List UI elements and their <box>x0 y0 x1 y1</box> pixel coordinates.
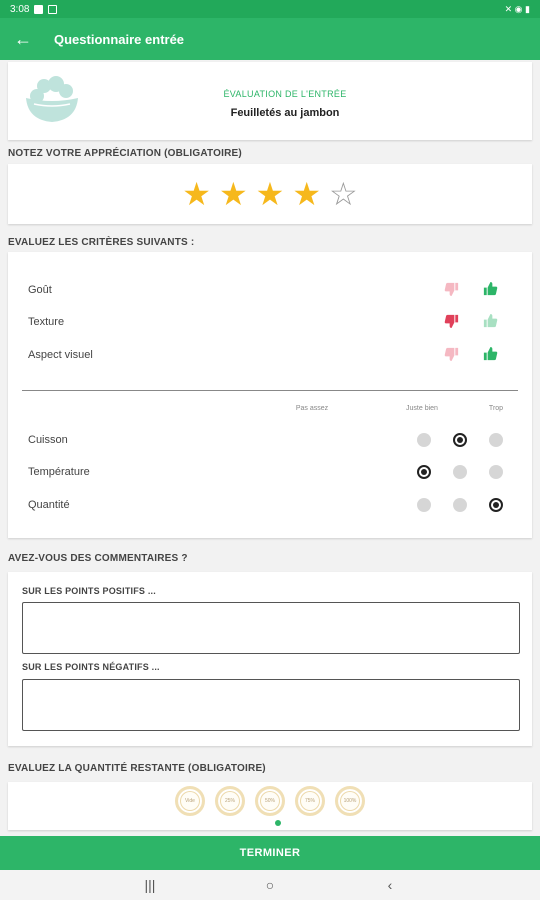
star-1-icon[interactable]: ★ <box>182 178 211 210</box>
radio-criteria-label: Quantité <box>28 499 70 511</box>
negative-comments-input[interactable] <box>22 679 520 731</box>
radio-button[interactable] <box>453 498 467 512</box>
radio-button[interactable] <box>489 465 503 479</box>
quantity-option[interactable]: 50% <box>255 786 285 816</box>
radio-criteria-label: Température <box>28 466 90 478</box>
radio-button[interactable] <box>453 433 467 447</box>
back-arrow-icon[interactable]: ← <box>14 29 44 50</box>
star-4-icon[interactable]: ★ <box>292 178 321 210</box>
back-nav-icon[interactable]: ‹ <box>380 877 400 893</box>
criteria-label: Texture <box>28 316 65 328</box>
thumb-down-icon[interactable] <box>444 313 460 332</box>
thumb-up-icon[interactable] <box>482 313 498 332</box>
star-3-icon[interactable]: ★ <box>256 178 285 210</box>
column-header: Pas assez <box>295 405 329 412</box>
star-2-icon[interactable]: ★ <box>219 178 248 210</box>
quantity-option[interactable]: 100% <box>335 786 365 816</box>
column-header: Trop <box>488 405 504 412</box>
criteria-card: Goût Texture Aspect visuel Pas assez Juste b… <box>8 252 532 538</box>
radio-button[interactable] <box>417 465 431 479</box>
rating-label: NOTEZ VOTRE APPRÉCIATION (OBLIGATOIRE) <box>8 148 242 159</box>
status-time: 3:08 <box>10 3 30 15</box>
criteria-label: EVALUEZ LES CRITÈRES SUIVANTS : <box>8 237 195 248</box>
radio-button[interactable] <box>417 433 431 447</box>
radio-button[interactable] <box>417 498 431 512</box>
comments-card: SUR LES POINTS POSITIFS ... SUR LES POIN… <box>8 572 532 746</box>
column-header: Juste bien <box>406 405 438 412</box>
thumb-down-icon[interactable] <box>444 346 460 365</box>
dish-name: Feuilletés au jambon <box>230 107 340 119</box>
criteria-label: Aspect visuel <box>28 349 93 361</box>
quantity-label: EVALUEZ LA QUANTITÉ RESTANTE (OBLIGATOIR… <box>8 763 266 774</box>
positive-comments-label: SUR LES POINTS POSITIFS ... <box>22 586 156 596</box>
home-icon[interactable]: ○ <box>260 877 280 893</box>
radio-button[interactable] <box>489 498 503 512</box>
radio-criteria-row: Quantité <box>28 495 512 515</box>
criteria-label: Goût <box>28 284 52 296</box>
criteria-row: Aspect visuel <box>28 345 512 365</box>
radio-button[interactable] <box>453 465 467 479</box>
status-icons: ✕ ◉ ▮ <box>504 3 530 14</box>
notification-icon <box>34 4 44 14</box>
radio-criteria-label: Cuisson <box>28 434 68 446</box>
system-nav-bar: ||| ○ ‹ <box>0 870 540 900</box>
comments-label: AVEZ-VOUS DES COMMENTAIRES ? <box>8 553 188 564</box>
status-bar: 3:08 ✕ ◉ ▮ <box>0 0 540 18</box>
quantity-option[interactable]: 25% <box>215 786 245 816</box>
thumb-up-icon[interactable] <box>482 346 498 365</box>
notification-icon-2 <box>48 4 58 14</box>
criteria-divider <box>22 390 518 391</box>
quantity-card: Vide 25% 50% 75% 100% <box>8 782 532 830</box>
radio-criteria-row: Cuisson <box>28 430 512 450</box>
thumb-up-icon[interactable] <box>482 281 498 300</box>
radio-button[interactable] <box>489 433 503 447</box>
negative-comments-label: SUR LES POINTS NÉGATIFS ... <box>22 662 160 672</box>
star-rating: ★ ★ ★ ★ ☆ <box>8 164 532 224</box>
criteria-row: Texture <box>28 312 512 332</box>
app-bar: ← Questionnaire entrée <box>0 18 540 60</box>
quantity-option[interactable]: Vide <box>175 786 205 816</box>
recents-icon[interactable]: ||| <box>140 877 160 893</box>
radio-criteria-row: Température <box>28 462 512 482</box>
finish-button[interactable]: TERMINER <box>0 836 540 870</box>
positive-comments-input[interactable] <box>22 602 520 654</box>
quantity-options: Vide 25% 50% 75% 100% <box>8 786 532 816</box>
page-indicator-dot <box>275 820 281 826</box>
thumb-down-icon[interactable] <box>444 281 460 300</box>
star-5-icon[interactable]: ☆ <box>329 178 358 210</box>
evaluation-title: ÉVALUATION DE L'ENTRÉE <box>223 89 347 99</box>
quantity-option[interactable]: 75% <box>295 786 325 816</box>
dish-header-card: ÉVALUATION DE L'ENTRÉE Feuilletés au jam… <box>8 62 532 140</box>
criteria-row: Goût <box>28 280 512 300</box>
page-title: Questionnaire entrée <box>54 31 185 47</box>
